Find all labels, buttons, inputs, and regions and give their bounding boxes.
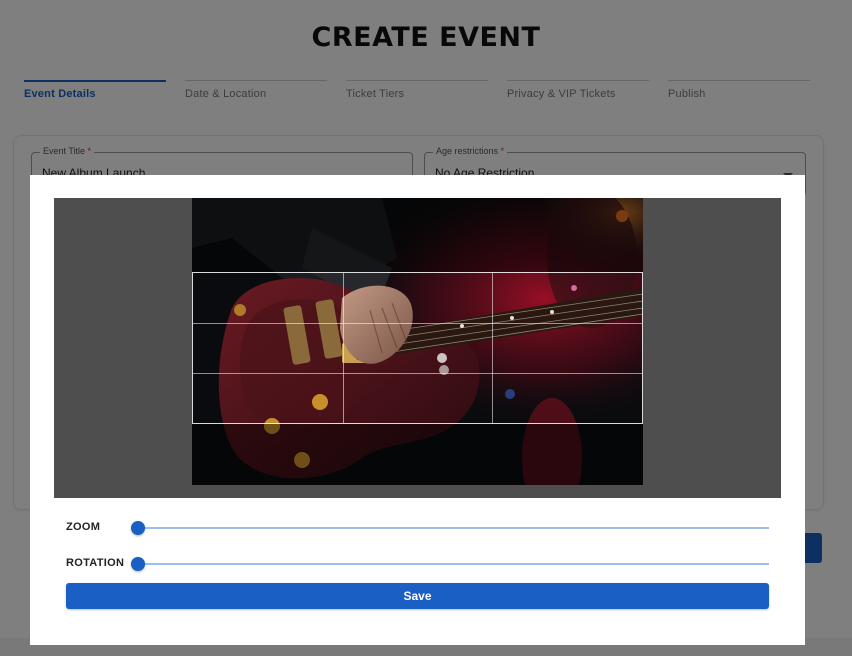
zoom-slider-thumb[interactable] [131,521,145,535]
create-event-page: CREATE EVENT Event Details Date & Locati… [0,0,852,656]
crop-selection-box[interactable] [192,272,643,424]
rotation-slider-track[interactable] [138,563,769,565]
rotation-label: ROTATION [66,557,125,569]
rotation-control: ROTATION [66,554,769,574]
crop-area[interactable] [54,198,781,498]
crop-grid-line [492,273,493,423]
zoom-label: ZOOM [66,521,101,533]
crop-grid-line [193,323,642,324]
crop-grid-line [343,273,344,423]
image-crop-dialog: ZOOM ROTATION Save [30,175,805,645]
zoom-control: ZOOM [66,518,769,538]
zoom-slider-track[interactable] [138,527,769,529]
crop-grid-line [193,373,642,374]
save-button[interactable]: Save [66,583,769,609]
rotation-slider-thumb[interactable] [131,557,145,571]
